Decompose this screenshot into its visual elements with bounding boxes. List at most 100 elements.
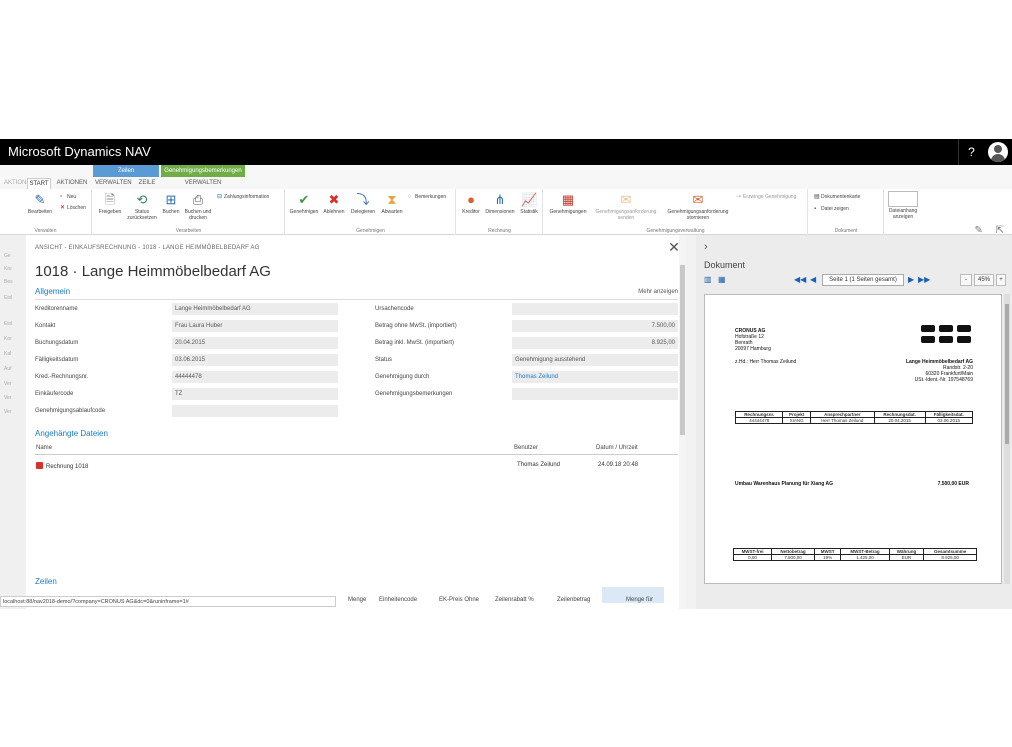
genehmigungen-button[interactable]: ▦ Genehmigungen [546,192,590,215]
scrollbar-thumb[interactable] [680,265,685,435]
column-header-benutzer[interactable]: Benutzer [514,445,538,451]
buchen-drucken-button[interactable]: ⎙ Buchen und drucken [183,192,213,221]
kontakt-field[interactable]: Frau Laura Huber [172,320,338,332]
genehmigungen-label: Genehmigungen [549,209,587,215]
column-header-ek-preis[interactable]: EK-Preis Ohne [439,597,479,603]
tab-zeilen-verwalten[interactable]: VERWALTEN [95,178,132,189]
column-header-zeilenrabatt[interactable]: Zeilenrabatt % [495,597,534,603]
group-verarbeiten: 🗎 Freigeben ⟲ Status zurücksetzen ⊞ Buch… [93,189,285,235]
zoom-in-button[interactable]: + [996,274,1006,286]
kred-rechnungsnr-field[interactable]: 44444478 [172,371,338,383]
statistik-button[interactable]: 📈 Statistik [517,192,541,215]
chevron-right-icon[interactable]: › [704,241,708,253]
thumbnail-icon[interactable]: ▦ [718,275,726,284]
buchungsdatum-field[interactable]: 20.04.2015 [172,337,338,349]
column-header-datum[interactable]: Datum / Uhrzeit [596,445,638,451]
column-header-einheitencode[interactable]: Einheitencode [379,597,417,603]
section-allgemein[interactable]: Allgemein [35,287,70,296]
nav-item[interactable]: Einl [4,295,12,301]
nav-item[interactable]: Ver [4,409,12,415]
faelligkeitsdatum-field[interactable]: 03.06.2015 [172,354,338,366]
group-label-dokument: Dokument [834,228,858,234]
column-header-menge-fuer[interactable]: Menge für [602,587,664,603]
zoom-out-button[interactable]: - [960,274,972,286]
bearbeiten-button[interactable]: ✎ Bearbeiten [24,192,56,215]
tab-zeile[interactable]: ZEILE [135,178,159,189]
section-zeilen[interactable]: Zeilen [35,577,57,586]
nav-item[interactable]: Ver [4,381,12,387]
abwarten-button[interactable]: ⧗ Abwarten [378,192,406,215]
zoom-level[interactable]: 45% [974,274,994,286]
statistics-icon: 📈 [521,192,538,207]
document-pane-title: Dokument [704,260,746,270]
bearbeiten-label: Bearbeiten [27,209,53,215]
column-header-zeilenbetrag[interactable]: Zeilenbetrag [557,597,590,603]
bemerkungen-button[interactable]: ◌ Bemerkungen [408,193,446,201]
nav-item[interactable]: Auf [4,366,12,372]
last-page-icon[interactable]: ▶▶ [918,275,930,284]
anforderung-stornieren-button[interactable]: ✉ Genehmigungsanforderung stornieren [662,192,734,221]
buchen-button[interactable]: ⊞ Buchen [159,192,183,215]
genehmigungsbemerkungen-field[interactable] [512,388,678,400]
ablehnen-button[interactable]: ✖ Ablehnen [320,192,348,215]
section-angehaengte-dateien[interactable]: Angehängte Dateien [35,429,108,438]
freigeben-button[interactable]: 🗎 Freigeben [95,192,125,215]
kreditorenname-field[interactable]: Lange Heimmöbelbedarf AG [172,303,338,315]
next-page-icon[interactable]: ▶ [908,275,914,284]
help-button[interactable]: ? [958,139,984,165]
document-card-icon: ▤ [814,194,820,200]
buchen-drucken-label: Buchen und drucken [184,209,212,221]
group-label-verwalten: Verwalten [34,228,57,234]
tab-aktionen[interactable]: AKTIONEN [55,178,89,189]
scrollbar-thumb[interactable] [1005,304,1009,444]
genehmigen-label: Genehmigen [289,209,319,215]
prev-page-icon[interactable]: ◀ [810,275,816,284]
status-field[interactable]: Genehmigung ausstehend [512,354,678,366]
einkaeufercode-field[interactable]: TZ [172,388,338,400]
dateianhang-anzeigen-button[interactable]: Dateianhang anzeigen [886,191,920,220]
first-page-icon[interactable]: ◀◀ [794,275,806,284]
card-scrollbar[interactable] [679,235,686,609]
dimensionen-button[interactable]: ⋔ Dimensionen [483,192,517,215]
cancel-request-icon: ✉ [692,192,704,207]
document-scrollbar[interactable] [1004,294,1010,584]
tab-start[interactable]: START [27,178,51,189]
nav-item[interactable]: Ge [4,253,11,259]
delegieren-button[interactable]: ⤵ Delegieren [348,192,378,215]
loeschen-button[interactable]: ✕ Löschen [60,204,86,212]
genehmigung-durch-field[interactable]: Thomas Zeilund [512,371,678,383]
genehmigungsablaufcode-field[interactable] [172,405,338,417]
nav-item[interactable]: Bes [4,279,13,285]
column-header-menge[interactable]: Menge [348,597,366,603]
datei-zeigen-button[interactable]: ▪ Datei zeigen [814,205,849,213]
attachment-user: Thomas Zeilund [517,462,561,468]
neu-button[interactable]: ▫ Neu [60,193,76,201]
erzwinge-genehmigung-button[interactable]: ⇢ Erzwinge Genehmigung [736,193,796,201]
nav-item[interactable]: Ver [4,395,12,401]
betrag-ohne-mwst-field[interactable]: 7.500,00 [512,320,678,332]
nav-item[interactable]: Einl [4,321,12,327]
ursachencode-field[interactable] [512,303,678,315]
kreditor-button[interactable]: ● Kreditor [459,192,483,215]
nav-item[interactable]: Kal [4,351,11,357]
betrag-inkl-mwst-field[interactable]: 8.925,00 [512,337,678,349]
anforderung-senden-button[interactable]: ✉ Genehmigungsanforderung senden [590,192,662,221]
group-label-genehmigungsverwaltung: Genehmigungsverwaltung [646,228,705,234]
status-zuruecksetzen-button[interactable]: ⟲ Status zurücksetzen [125,192,159,221]
status-url: localhost:88/nav2018-demo/?company=CRONU… [0,596,336,607]
column-header-name[interactable]: Name [36,445,52,451]
tab-bemerkungen-verwalten[interactable]: VERWALTEN [165,178,241,189]
attachment-name[interactable]: Rechnung 1018 [36,462,88,470]
divider [35,454,678,455]
nav-item[interactable]: Kre [4,266,12,272]
recipient-line: USt.-Ident.-Nr. 197548769 [914,377,973,383]
mehr-anzeigen-link[interactable]: Mehr anzeigen [638,289,678,295]
tab-aktionen-hidden[interactable]: AKTIONEN [4,178,35,189]
zahlungsinformation-button[interactable]: ⊟ Zahlungsinformation [217,193,269,201]
genehmigen-button[interactable]: ✔ Genehmigen [288,192,320,215]
user-avatar-icon[interactable] [988,142,1008,162]
dokumentenkarte-button[interactable]: ▤Dokumentenkarte [814,193,860,201]
nav-item[interactable]: Kor [4,336,12,342]
attachment-name-text: Rechnung 1018 [46,464,89,470]
sidebar-toggle-icon[interactable]: ▥ [704,275,712,284]
